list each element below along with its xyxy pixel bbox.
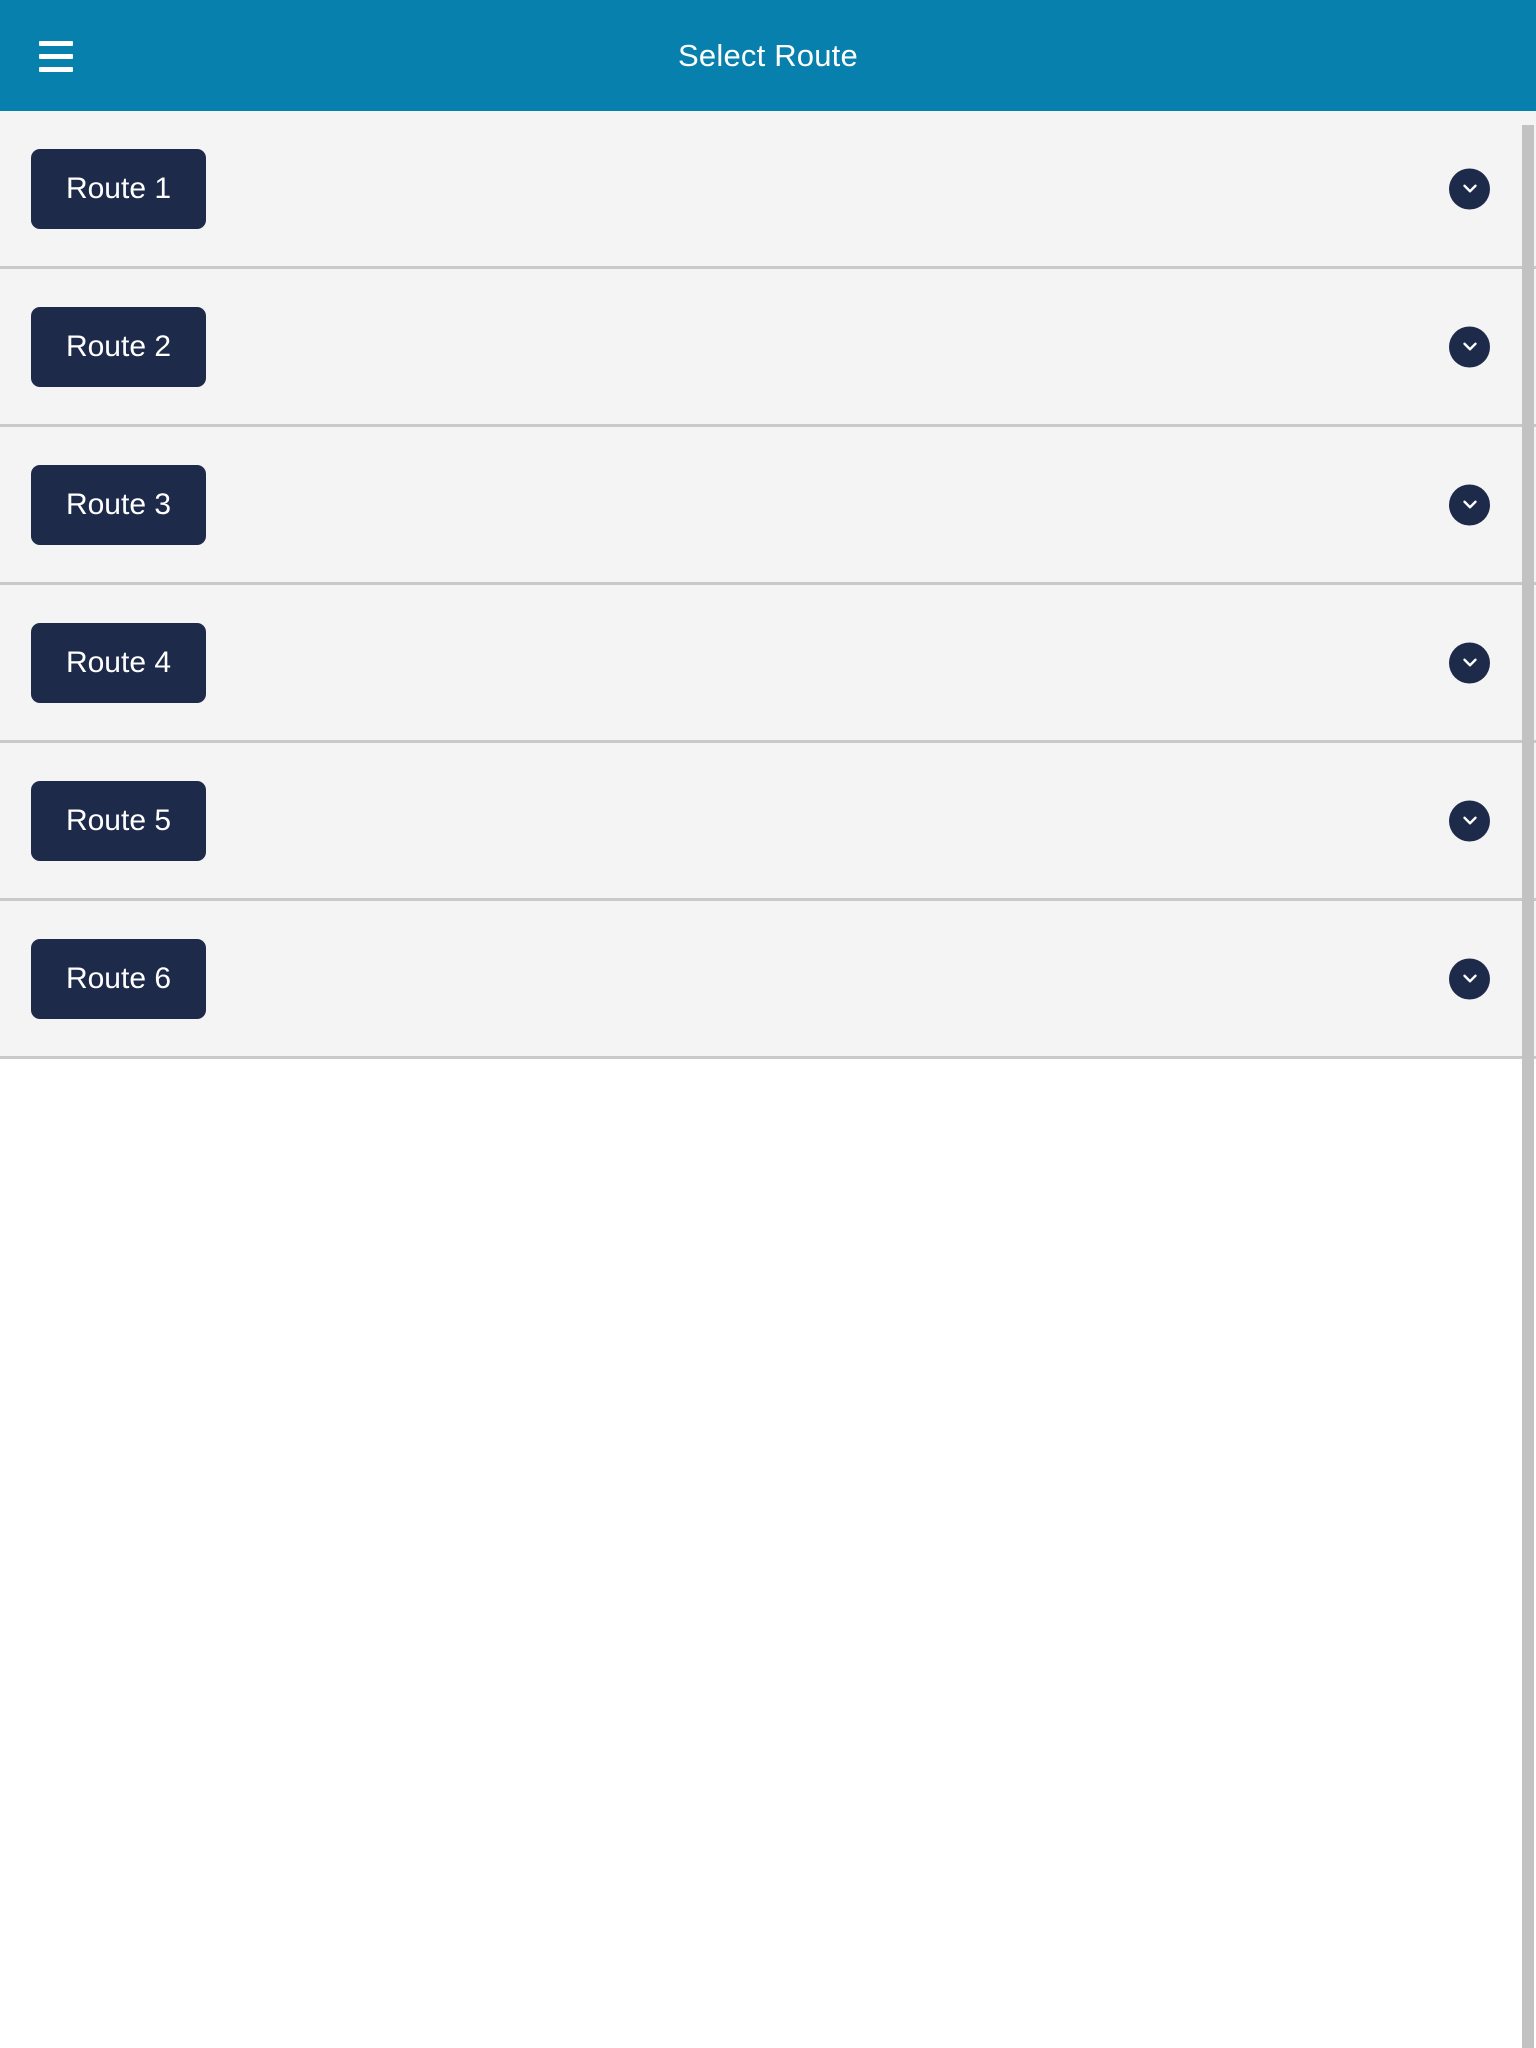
hamburger-bar-middle xyxy=(39,53,73,59)
app-root: Select Route Route 1 Route 2 Route 3 Rou… xyxy=(0,0,1536,2048)
chevron-down-icon[interactable] xyxy=(1449,642,1490,683)
route-button[interactable]: Route 6 xyxy=(31,938,206,1019)
route-row[interactable]: Route 3 xyxy=(0,427,1536,585)
app-bar: Select Route xyxy=(0,0,1536,111)
route-button[interactable]: Route 2 xyxy=(31,306,206,387)
hamburger-menu-icon[interactable] xyxy=(26,26,86,86)
vertical-scrollbar-track[interactable] xyxy=(1520,111,1536,2048)
route-list: Route 1 Route 2 Route 3 Route 4 Route 5 … xyxy=(0,111,1536,1059)
chevron-down-icon[interactable] xyxy=(1449,484,1490,525)
route-button[interactable]: Route 5 xyxy=(31,780,206,861)
route-button[interactable]: Route 4 xyxy=(31,622,206,703)
chevron-down-icon[interactable] xyxy=(1449,958,1490,999)
chevron-down-icon[interactable] xyxy=(1449,326,1490,367)
vertical-scrollbar-thumb[interactable] xyxy=(1522,125,1534,2048)
page-title: Select Route xyxy=(678,38,858,73)
hamburger-bar-top xyxy=(39,40,73,46)
hamburger-bar-bottom xyxy=(39,66,73,72)
chevron-down-icon[interactable] xyxy=(1449,168,1490,209)
route-row[interactable]: Route 6 xyxy=(0,901,1536,1059)
route-button[interactable]: Route 3 xyxy=(31,464,206,545)
route-row[interactable]: Route 1 xyxy=(0,111,1536,269)
route-button[interactable]: Route 1 xyxy=(31,148,206,229)
route-row[interactable]: Route 5 xyxy=(0,743,1536,901)
route-row[interactable]: Route 2 xyxy=(0,269,1536,427)
route-row[interactable]: Route 4 xyxy=(0,585,1536,743)
chevron-down-icon[interactable] xyxy=(1449,800,1490,841)
